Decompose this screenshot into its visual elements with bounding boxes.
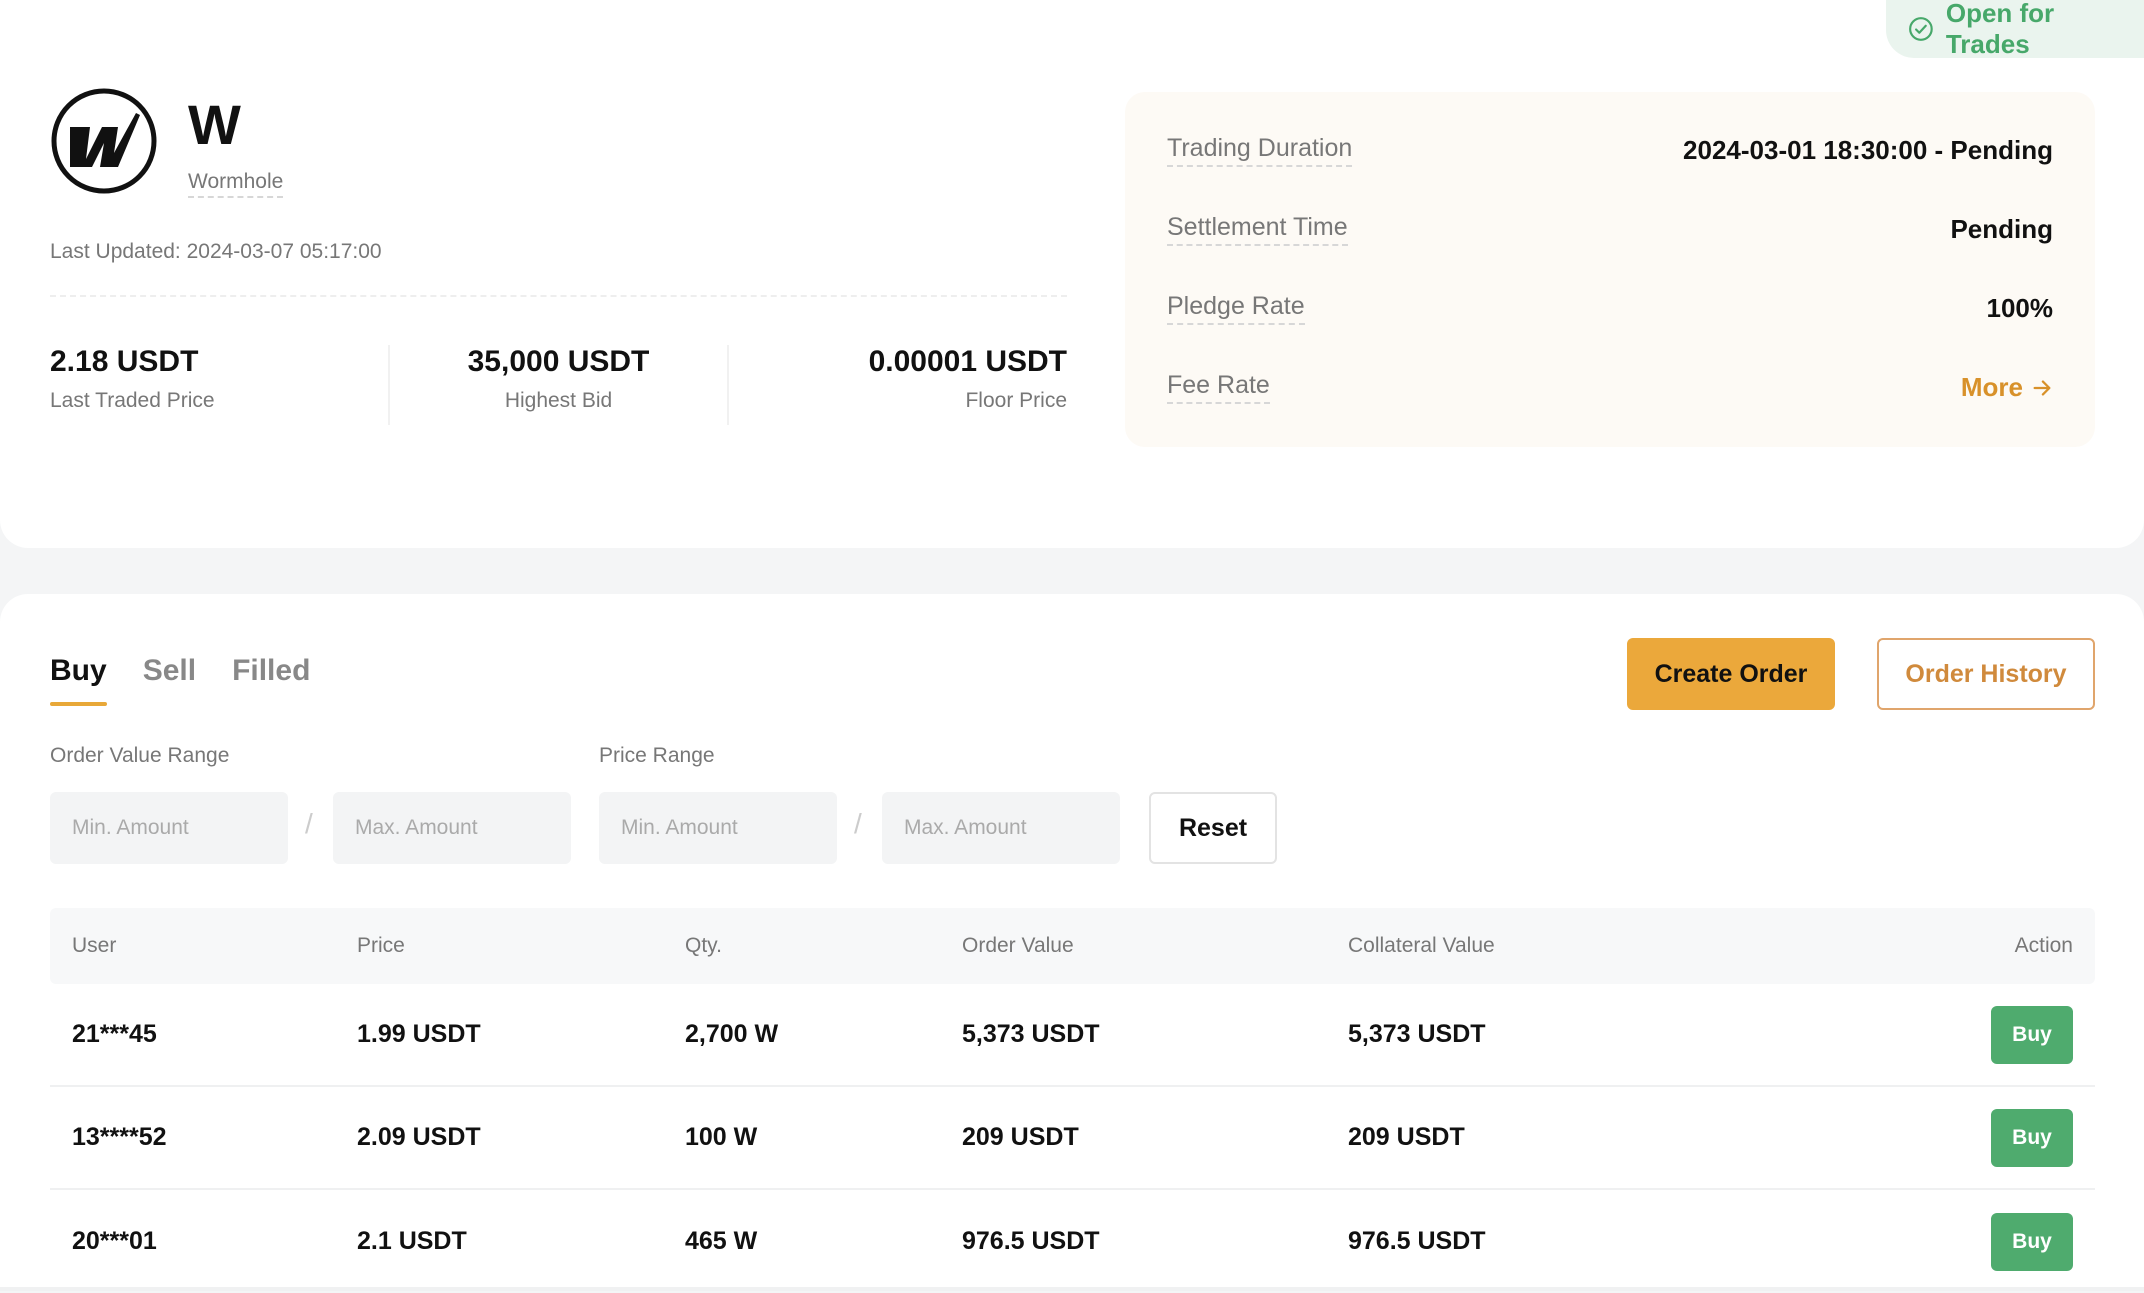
- stat-label: Highest Bid: [504, 389, 613, 412]
- cell-user: 13****52: [72, 1123, 167, 1151]
- cell-user: 21***45: [72, 1020, 157, 1048]
- cell-qty: 465 W: [685, 1227, 758, 1255]
- reset-button[interactable]: Reset: [1149, 792, 1277, 864]
- table-row: 21***45 1.99 USDT 2,700 W 5,373 USDT 5,3…: [50, 984, 2095, 1087]
- token-symbol: W: [188, 93, 241, 156]
- price-min-input[interactable]: [599, 792, 837, 864]
- order-value-range-label: Order Value Range: [50, 744, 230, 767]
- stat-value: 35,000 USDT: [467, 345, 650, 378]
- price-max-input[interactable]: [882, 792, 1120, 864]
- range-separator: /: [854, 808, 862, 839]
- stat-label: Floor Price: [965, 389, 1068, 412]
- orders-card: Buy Sell Filled Create Order Order Histo…: [0, 594, 2144, 1291]
- tab-filled[interactable]: Filled: [232, 654, 310, 706]
- status-label: Open for Trades: [1945, 0, 2055, 59]
- cell-collateral-value: 209 USDT: [1348, 1123, 1465, 1151]
- last-updated: Last Updated: 2024-03-07 05:17:00: [50, 240, 382, 263]
- info-row-settlement-time: Settlement Time Pending: [1167, 190, 2053, 269]
- tab-buy[interactable]: Buy: [50, 654, 107, 706]
- divider: [50, 295, 1067, 297]
- price-range-label: Price Range: [599, 744, 715, 767]
- info-row-fee-rate: Fee Rate More: [1167, 348, 2053, 427]
- cell-order-value: 976.5 USDT: [962, 1227, 1100, 1255]
- column-header-user: User: [72, 934, 117, 957]
- order-value-min-input[interactable]: [50, 792, 288, 864]
- stat-value: 0.00001 USDT: [868, 345, 1068, 378]
- buy-button[interactable]: Buy: [1991, 1212, 2073, 1271]
- buy-button[interactable]: Buy: [1991, 1108, 2073, 1167]
- info-row-pledge-rate: Pledge Rate 100%: [1167, 269, 2053, 348]
- cell-action: Buy: [1848, 1212, 2095, 1271]
- info-value: 2024-03-01 18:30:00 - Pending: [1683, 135, 2053, 165]
- table-row: 13****52 2.09 USDT 100 W 209 USDT 209 US…: [50, 1087, 2095, 1190]
- cell-price: 2.09 USDT: [357, 1123, 481, 1151]
- check-circle-icon: [1909, 17, 1933, 41]
- stat-highest-bid: 35,000 USDT Highest Bid: [387, 345, 730, 425]
- column-header-price: Price: [357, 934, 405, 957]
- tab-sell[interactable]: Sell: [143, 654, 196, 706]
- cell-qty: 100 W: [685, 1123, 758, 1151]
- cell-collateral-value: 976.5 USDT: [1348, 1227, 1486, 1255]
- trade-info-panel: Trading Duration 2024-03-01 18:30:00 - P…: [1125, 92, 2095, 447]
- stat-floor-price: 0.00001 USDT Floor Price: [729, 345, 1067, 425]
- wormhole-logo-icon: [51, 88, 157, 194]
- token-overview-card: Open for Trades W Wormhole Last Updated:…: [0, 0, 2144, 548]
- cell-collateral-value: 5,373 USDT: [1348, 1020, 1486, 1048]
- orders-table: User Price Qty. Order Value Collateral V…: [50, 908, 2095, 1293]
- column-header-collateral-value: Collateral Value: [1348, 934, 1495, 957]
- more-link-label: More: [1960, 372, 2023, 402]
- order-history-button[interactable]: Order History: [1877, 638, 2095, 710]
- cell-order-value: 209 USDT: [962, 1123, 1079, 1151]
- column-header-action: Action: [2014, 934, 2073, 957]
- table-header: User Price Qty. Order Value Collateral V…: [50, 908, 2095, 984]
- info-value: Pending: [1950, 214, 2053, 244]
- cell-action: Buy: [1848, 1005, 2095, 1064]
- stat-value: 2.18 USDT: [50, 345, 199, 378]
- cell-price: 2.1 USDT: [357, 1227, 467, 1255]
- info-label[interactable]: Trading Duration: [1167, 134, 1353, 167]
- cell-qty: 2,700 W: [685, 1020, 779, 1048]
- cell-price: 1.99 USDT: [357, 1020, 481, 1048]
- table-row: 20***01 2.1 USDT 465 W 976.5 USDT 976.5 …: [50, 1190, 2095, 1293]
- column-header-qty: Qty.: [685, 934, 722, 957]
- bottom-edge: [0, 1287, 2144, 1291]
- token-name[interactable]: Wormhole: [188, 170, 284, 198]
- price-stats: 2.18 USDT Last Traded Price 35,000 USDT …: [50, 345, 1067, 425]
- order-value-max-input[interactable]: [333, 792, 571, 864]
- info-row-trading-duration: Trading Duration 2024-03-01 18:30:00 - P…: [1167, 111, 2053, 190]
- cell-order-value: 5,373 USDT: [962, 1020, 1100, 1048]
- stat-last-traded-price: 2.18 USDT Last Traded Price: [50, 345, 388, 425]
- status-badge: Open for Trades: [1886, 0, 2144, 59]
- fee-rate-more-link[interactable]: More: [1961, 372, 2053, 403]
- stat-label: Last Traded Price: [50, 389, 215, 412]
- cell-action: Buy: [1848, 1108, 2095, 1167]
- arrow-right-icon: [2033, 379, 2051, 396]
- range-separator: /: [305, 808, 313, 839]
- info-label[interactable]: Pledge Rate: [1167, 292, 1305, 325]
- create-order-button[interactable]: Create Order: [1627, 638, 1835, 710]
- info-label[interactable]: Settlement Time: [1167, 213, 1348, 246]
- buy-button[interactable]: Buy: [1991, 1005, 2073, 1064]
- info-label[interactable]: Fee Rate: [1167, 371, 1270, 404]
- order-tabs: Buy Sell Filled: [50, 654, 310, 706]
- info-value: 100%: [1986, 293, 2054, 323]
- cell-user: 20***01: [72, 1227, 157, 1255]
- column-header-order-value: Order Value: [962, 934, 1074, 957]
